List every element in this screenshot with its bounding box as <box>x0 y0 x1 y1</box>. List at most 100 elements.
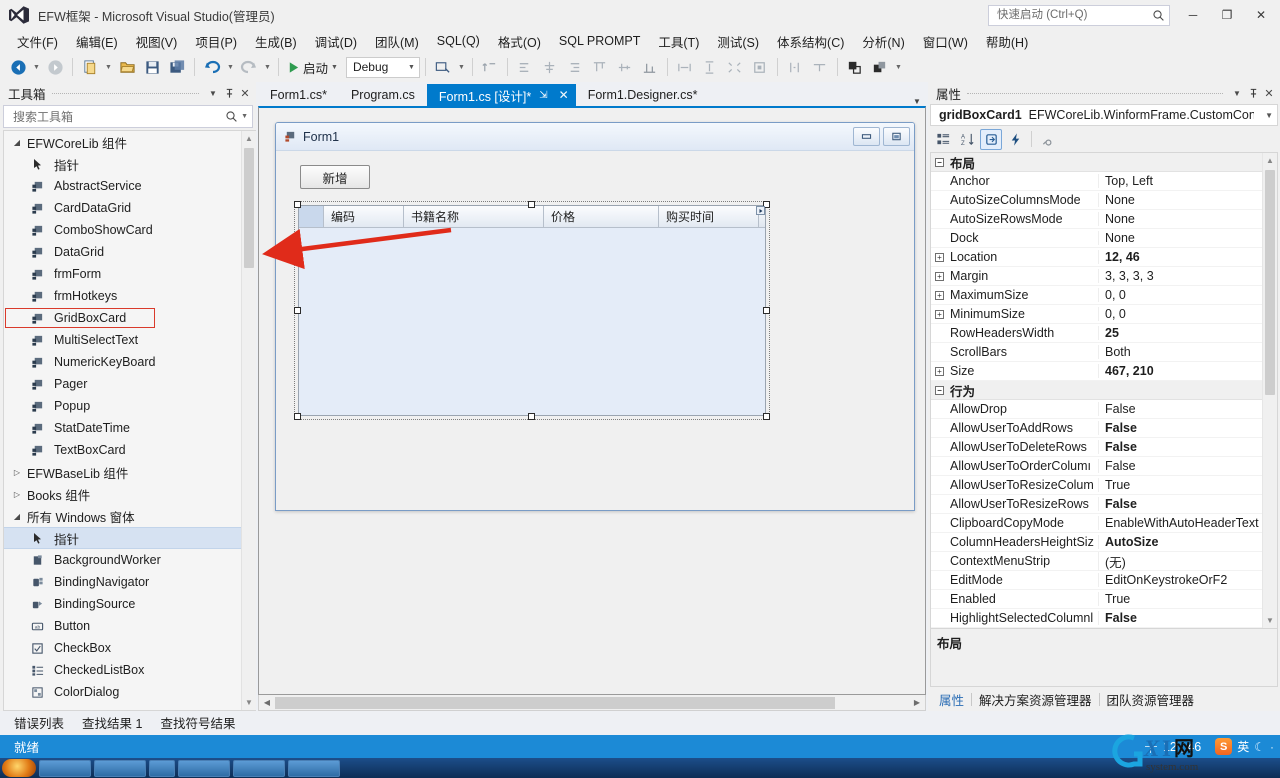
smart-tag-glyph[interactable] <box>756 206 765 215</box>
gridboxcard-selection[interactable]: 编码 书籍名称 价格 购买时间 <box>294 201 770 420</box>
toolbox-search-box[interactable]: ▼ <box>3 105 253 128</box>
scroll-up-icon[interactable]: ▲ <box>1263 153 1277 168</box>
scroll-left-icon[interactable]: ◀ <box>259 696 275 710</box>
row-expander[interactable]: + <box>931 309 948 319</box>
property-value[interactable]: False <box>1098 440 1262 454</box>
property-row-columnheadersheightsizemode[interactable]: ColumnHeadersHeightSiz AutoSize <box>931 533 1262 552</box>
close-window-button[interactable]: ✕ <box>1244 1 1278 29</box>
scroll-down-icon[interactable]: ▼ <box>242 695 256 710</box>
make-same-height-icon[interactable] <box>698 55 722 79</box>
start-orb-icon[interactable] <box>2 759 36 777</box>
save-all-icon[interactable] <box>165 55 189 79</box>
property-value[interactable]: EditOnKeystrokeOrF2 <box>1098 573 1262 587</box>
property-row-rowheaderswidth[interactable]: RowHeadersWidth 25 <box>931 324 1262 343</box>
events-icon[interactable] <box>1004 129 1026 150</box>
quick-launch-input[interactable] <box>995 8 1152 22</box>
toolbox-item-pager[interactable]: Pager <box>4 373 241 395</box>
property-value[interactable]: 3, 3, 3, 3 <box>1098 269 1262 283</box>
toolbox-item-gridboxcard[interactable]: GridBoxCard <box>4 307 156 329</box>
scrollbar-thumb[interactable] <box>244 148 254 268</box>
resize-handle-n[interactable] <box>528 201 535 208</box>
decrease-spacing-icon[interactable] <box>808 55 832 79</box>
add-button[interactable]: 新增 <box>300 165 370 189</box>
taskbar-item-2[interactable] <box>94 759 146 777</box>
toolbox-item-pointer[interactable]: 指针 <box>4 153 241 175</box>
property-value[interactable]: 0, 0 <box>1098 307 1262 321</box>
form-maximize-button[interactable] <box>883 127 910 146</box>
gridboxcard-control[interactable]: 编码 书籍名称 价格 购买时间 <box>298 205 766 416</box>
property-row-allowusertodeleterows[interactable]: AllowUserToDeleteRows False <box>931 438 1262 457</box>
toolbox-item-bindingsource[interactable]: BindingSource <box>4 593 241 615</box>
attach-process-icon[interactable] <box>431 55 455 79</box>
align-centers-icon[interactable] <box>538 55 562 79</box>
new-project-icon[interactable] <box>78 55 102 79</box>
bottom-tab-error-list[interactable]: 错误列表 <box>6 710 72 736</box>
property-row-location[interactable]: + Location 12, 46 <box>931 248 1262 267</box>
toolbox-item-popup[interactable]: Popup <box>4 395 241 417</box>
menu-tools[interactable]: 工具(T) <box>649 30 708 53</box>
toolbox-item-backgroundworker[interactable]: BackgroundWorker <box>4 549 241 571</box>
align-middles-icon[interactable] <box>613 55 637 79</box>
start-debug-button[interactable]: 启动 ▼ <box>284 58 341 77</box>
form-designer-window[interactable]: Form1 新增 编码 书籍名称 价格 购买时间 <box>275 122 915 511</box>
panel-tab-properties[interactable]: 属性 <box>932 687 971 712</box>
tray-more-icon[interactable]: · <box>1270 740 1274 754</box>
property-value[interactable]: None <box>1098 231 1262 245</box>
resize-handle-e[interactable] <box>763 307 770 314</box>
attach-dropdown-icon[interactable]: ▼ <box>456 56 467 78</box>
hscroll-track[interactable] <box>275 696 909 710</box>
property-row-dock[interactable]: Dock None <box>931 229 1262 248</box>
menu-build[interactable]: 生成(B) <box>246 30 306 53</box>
toolbox-item-frmhotkeys[interactable]: frmHotkeys <box>4 285 241 307</box>
navigate-back-icon[interactable] <box>6 55 30 79</box>
grid-column-header-price[interactable]: 价格 <box>544 206 659 227</box>
tab-close-icon[interactable]: ✕ <box>556 88 572 102</box>
resize-handle-sw[interactable] <box>294 413 301 420</box>
scroll-right-icon[interactable]: ▶ <box>909 696 925 710</box>
row-expander[interactable]: + <box>931 271 948 281</box>
menu-sql-prompt[interactable]: SQL PROMPT <box>550 32 650 50</box>
property-row-maximumsize[interactable]: + MaximumSize 0, 0 <box>931 286 1262 305</box>
toolbox-item-statdatetime[interactable]: StatDateTime <box>4 417 241 439</box>
tab-form1-cs-design[interactable]: Form1.cs [设计]* ⇲ ✕ <box>426 84 576 106</box>
property-value[interactable]: Both <box>1098 345 1262 359</box>
sogou-ime-icon[interactable]: S <box>1215 738 1233 755</box>
taskbar-item-5[interactable] <box>233 759 285 777</box>
grid-body[interactable] <box>299 228 765 415</box>
send-to-back-icon[interactable] <box>868 55 892 79</box>
toolbox-item-button[interactable]: ab Button <box>4 615 241 637</box>
property-value[interactable]: False <box>1098 421 1262 435</box>
toolbox-dropdown-icon[interactable]: ▼ <box>205 84 221 102</box>
toolbox-scrollbar[interactable]: ▲ ▼ <box>241 131 256 710</box>
configuration-combo[interactable]: Debug ▼ <box>345 56 420 78</box>
scrollbar-thumb[interactable] <box>1265 170 1275 395</box>
properties-pin-icon[interactable] <box>1245 84 1261 102</box>
properties-dropdown-icon[interactable]: ▼ <box>1229 84 1245 102</box>
row-expander[interactable]: + <box>931 252 948 262</box>
property-value[interactable]: None <box>1098 193 1262 207</box>
toolbox-item-bindingnavigator[interactable]: BindingNavigator <box>4 571 241 593</box>
toolbox-item-frmform[interactable]: frmForm <box>4 263 241 285</box>
resize-handle-s[interactable] <box>528 413 535 420</box>
tab-order-icon[interactable] <box>478 55 502 79</box>
menu-test[interactable]: 测试(S) <box>708 30 768 53</box>
navigate-back-dropdown-icon[interactable]: ▼ <box>31 56 42 78</box>
resize-handle-w[interactable] <box>294 307 301 314</box>
property-value[interactable]: EnableWithAutoHeaderText <box>1098 516 1262 530</box>
toolbox-close-icon[interactable]: ✕ <box>237 84 253 102</box>
menu-help[interactable]: 帮助(H) <box>977 30 1037 53</box>
property-value[interactable]: 12, 46 <box>1098 250 1262 264</box>
chevron-down-icon[interactable]: ▼ <box>1261 111 1273 120</box>
property-row-allowusertoresizecolumns[interactable]: AllowUserToResizeColum True <box>931 476 1262 495</box>
search-options-icon[interactable]: ▼ <box>241 113 248 120</box>
property-value[interactable]: 25 <box>1098 326 1262 340</box>
property-value[interactable]: True <box>1098 592 1262 606</box>
form-client-area[interactable]: 新增 编码 书籍名称 价格 购买时间 <box>276 151 914 510</box>
toolbox-group-efwcorelib[interactable]: ◢ EFWCoreLib 组件 <box>4 131 241 153</box>
bottom-tab-find-symbol-results[interactable]: 查找符号结果 <box>152 710 243 736</box>
toolbox-item-comboshowcard[interactable]: ComboShowCard <box>4 219 241 241</box>
align-lefts-icon[interactable] <box>513 55 537 79</box>
tab-pin-icon[interactable]: ⇲ <box>537 90 549 101</box>
property-row-clipboardcopymode[interactable]: ClipboardCopyMode EnableWithAutoHeaderTe… <box>931 514 1262 533</box>
properties-scrollbar[interactable]: ▲ ▼ <box>1262 153 1277 628</box>
